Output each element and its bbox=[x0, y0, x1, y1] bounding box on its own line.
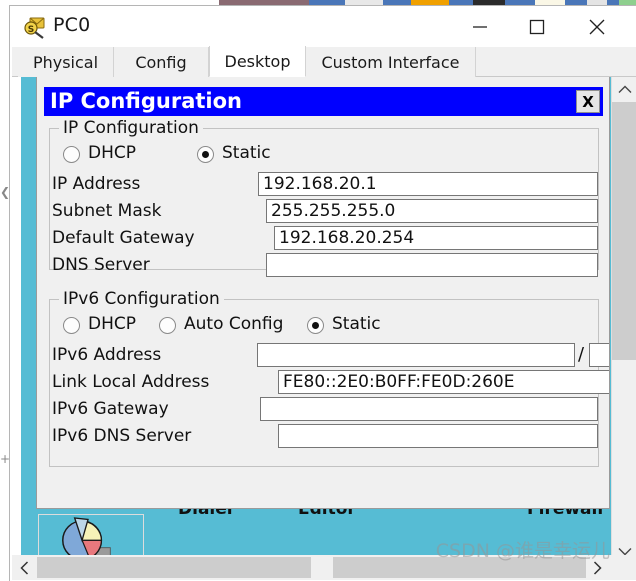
minimize-button[interactable] bbox=[457, 6, 503, 47]
scroll-left-button[interactable] bbox=[12, 555, 37, 580]
ipv6-auto-config-label[interactable]: Auto Config bbox=[184, 314, 283, 334]
ipv4-dns-server-input[interactable] bbox=[266, 253, 598, 277]
vertical-scroll-thumb[interactable] bbox=[612, 102, 636, 360]
tab-custom-interface[interactable]: Custom Interface bbox=[306, 47, 476, 77]
ipv6-prefix-separator: / bbox=[578, 344, 585, 365]
ipv4-static-label[interactable]: Static bbox=[222, 143, 271, 163]
ipv4-dhcp-label[interactable]: DHCP bbox=[88, 143, 136, 163]
ipv6-dns-server-input[interactable] bbox=[278, 424, 598, 448]
ipv6-link-local-address-input[interactable]: FE80::2E0:B0FF:FE0D:260E bbox=[278, 370, 609, 394]
ipv6-legend: IPv6 Configuration bbox=[59, 289, 224, 309]
chevron-left-icon bbox=[20, 560, 29, 575]
tab-desktop[interactable]: Desktop bbox=[209, 46, 306, 77]
vertical-scroll-track[interactable] bbox=[612, 102, 636, 539]
ipv6-prefix-length-input[interactable] bbox=[589, 343, 609, 367]
window-title: PC0 bbox=[53, 14, 91, 36]
vertical-scrollbar[interactable] bbox=[611, 77, 636, 564]
tab-custom-interface-label: Custom Interface bbox=[321, 52, 460, 72]
maximize-button[interactable] bbox=[514, 6, 560, 47]
ipv4-static-radio[interactable] bbox=[197, 146, 214, 163]
tab-config[interactable]: Config bbox=[114, 47, 209, 77]
ipv6-gateway-input[interactable] bbox=[260, 397, 598, 421]
close-button[interactable] bbox=[574, 6, 620, 47]
tab-config-label: Config bbox=[135, 52, 187, 72]
ipv4-dhcp-radio[interactable] bbox=[63, 146, 80, 163]
ipv6-address-input[interactable] bbox=[257, 343, 575, 367]
tab-physical[interactable]: Physical bbox=[18, 47, 114, 77]
close-icon bbox=[589, 19, 605, 34]
ipv6-link-local-address-label: Link Local Address bbox=[52, 372, 210, 392]
dialog-close-label: X bbox=[582, 92, 594, 111]
ipv6-address-label: IPv6 Address bbox=[52, 345, 162, 365]
screen-root: ❮ + S PC0 Physical Config Desktop Custom… bbox=[0, 0, 636, 581]
minimize-icon bbox=[473, 25, 487, 28]
ipv4-default-gateway-label: Default Gateway bbox=[52, 228, 195, 248]
ipv4-groupbox: IP Configuration DHCP Static IP Address … bbox=[49, 118, 599, 277]
ip-configuration-dialog: IP Configuration X IP Configuration DHCP… bbox=[36, 77, 610, 509]
ipv4-legend: IP Configuration bbox=[59, 118, 203, 138]
ipv4-subnet-mask-input[interactable]: 255.255.255.0 bbox=[266, 199, 598, 223]
pc0-window: S PC0 Physical Config Desktop Custom Int… bbox=[9, 5, 636, 581]
dialog-titlebar: IP Configuration X bbox=[44, 87, 603, 116]
window-titlebar: S PC0 bbox=[10, 6, 636, 47]
ipv6-auto-config-radio[interactable] bbox=[159, 317, 176, 334]
tab-physical-label: Physical bbox=[32, 52, 99, 72]
ipv4-dns-server-label: DNS Server bbox=[52, 255, 150, 275]
svg-text:S: S bbox=[28, 25, 34, 35]
desktop-canvas: Dialer Editor Firewall IP Configuration bbox=[21, 77, 621, 564]
ipv4-ip-address-input[interactable]: 192.168.20.1 bbox=[258, 172, 598, 196]
ipv6-dhcp-radio[interactable] bbox=[63, 317, 80, 334]
ipv6-static-label[interactable]: Static bbox=[332, 314, 381, 334]
chevron-right-icon bbox=[593, 560, 602, 575]
ipv4-subnet-mask-label: Subnet Mask bbox=[52, 201, 162, 221]
ipv4-ip-address-label: IP Address bbox=[52, 174, 141, 194]
tab-desktop-label: Desktop bbox=[224, 51, 291, 71]
ipv6-static-radio[interactable] bbox=[307, 317, 324, 334]
scroll-right-button[interactable] bbox=[585, 555, 610, 580]
chevron-up-icon bbox=[618, 85, 631, 93]
ipv6-groupbox: IPv6 Configuration DHCP Auto Config Stat… bbox=[49, 289, 609, 467]
maximize-icon bbox=[529, 19, 545, 34]
tab-bar: Physical Config Desktop Custom Interface bbox=[12, 46, 636, 77]
horizontal-scrollbar[interactable] bbox=[12, 555, 636, 580]
ipv6-dns-server-label: IPv6 DNS Server bbox=[52, 426, 192, 446]
ipv6-dhcp-label[interactable]: DHCP bbox=[88, 314, 136, 334]
dialog-title: IP Configuration bbox=[50, 89, 242, 113]
dialog-close-button[interactable]: X bbox=[576, 90, 600, 113]
horizontal-scroll-thumb[interactable] bbox=[311, 557, 333, 578]
pc-magnifier-icon: S bbox=[23, 15, 47, 39]
scroll-up-button[interactable] bbox=[612, 77, 636, 102]
ipv4-default-gateway-input[interactable]: 192.168.20.254 bbox=[274, 226, 598, 250]
ipv6-gateway-label: IPv6 Gateway bbox=[52, 399, 169, 419]
horizontal-scroll-track[interactable] bbox=[37, 557, 586, 578]
